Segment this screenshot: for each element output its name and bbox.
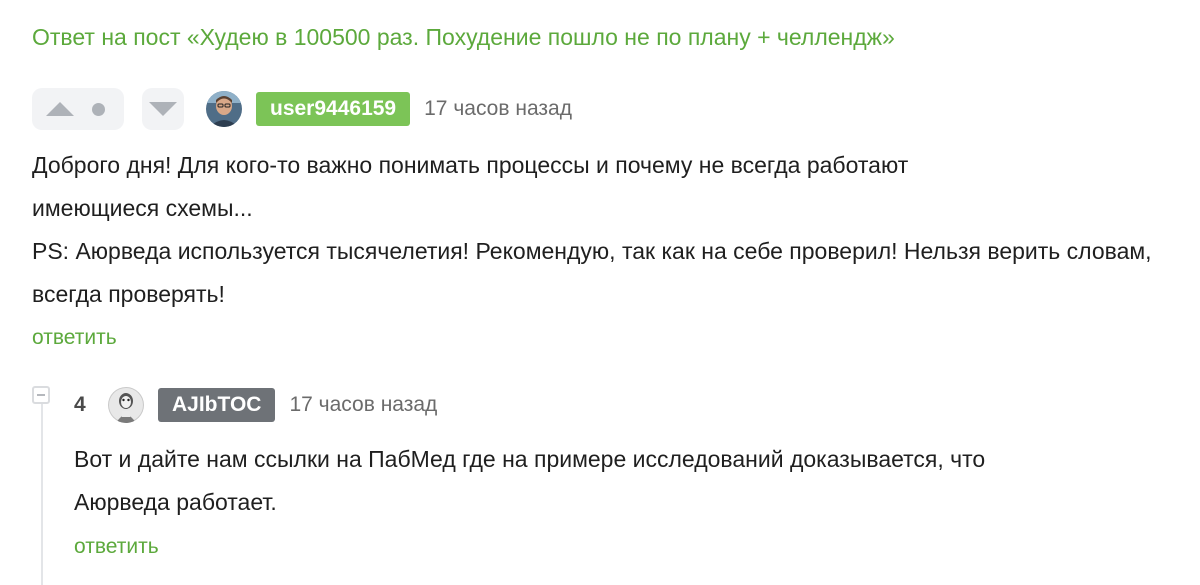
avatar[interactable]: [206, 91, 242, 127]
user-avatar-icon: [108, 387, 144, 423]
comment-paragraph-1: Доброго дня! Для кого-то важно понимать …: [32, 152, 909, 221]
parent-post-link[interactable]: Ответ на пост «Худею в 100500 раз. Похуд…: [32, 24, 895, 51]
comment-timestamp: 17 часов назад: [424, 97, 572, 120]
reply-button[interactable]: ответить: [74, 535, 159, 559]
reply-timestamp: 17 часов назад: [289, 393, 438, 416]
comment-header: user9446159 17 часов назад: [32, 88, 572, 130]
reply-text: Вот и дайте нам ссылки на ПабМед где на …: [74, 446, 986, 515]
collapse-icon[interactable]: [32, 386, 50, 404]
username-badge[interactable]: AJIbTOC: [158, 388, 276, 422]
reply-button[interactable]: ответить: [32, 326, 117, 350]
reply-header: 4 AJIbTOC 17 часов назад: [74, 386, 437, 424]
comment-rating: 4: [74, 393, 86, 416]
thread-line[interactable]: [41, 404, 43, 585]
avatar[interactable]: [108, 387, 144, 423]
dot-icon: [92, 102, 105, 116]
upvote-icon[interactable]: [46, 102, 74, 116]
vote-control: [32, 88, 124, 130]
user-photo-icon: [206, 91, 242, 127]
username-badge[interactable]: user9446159: [256, 92, 411, 126]
downvote-button[interactable]: [142, 88, 184, 130]
downvote-icon: [149, 102, 177, 116]
comment-paragraph-2: PS: Аюрведа используется тысячелетия! Ре…: [32, 238, 1152, 307]
